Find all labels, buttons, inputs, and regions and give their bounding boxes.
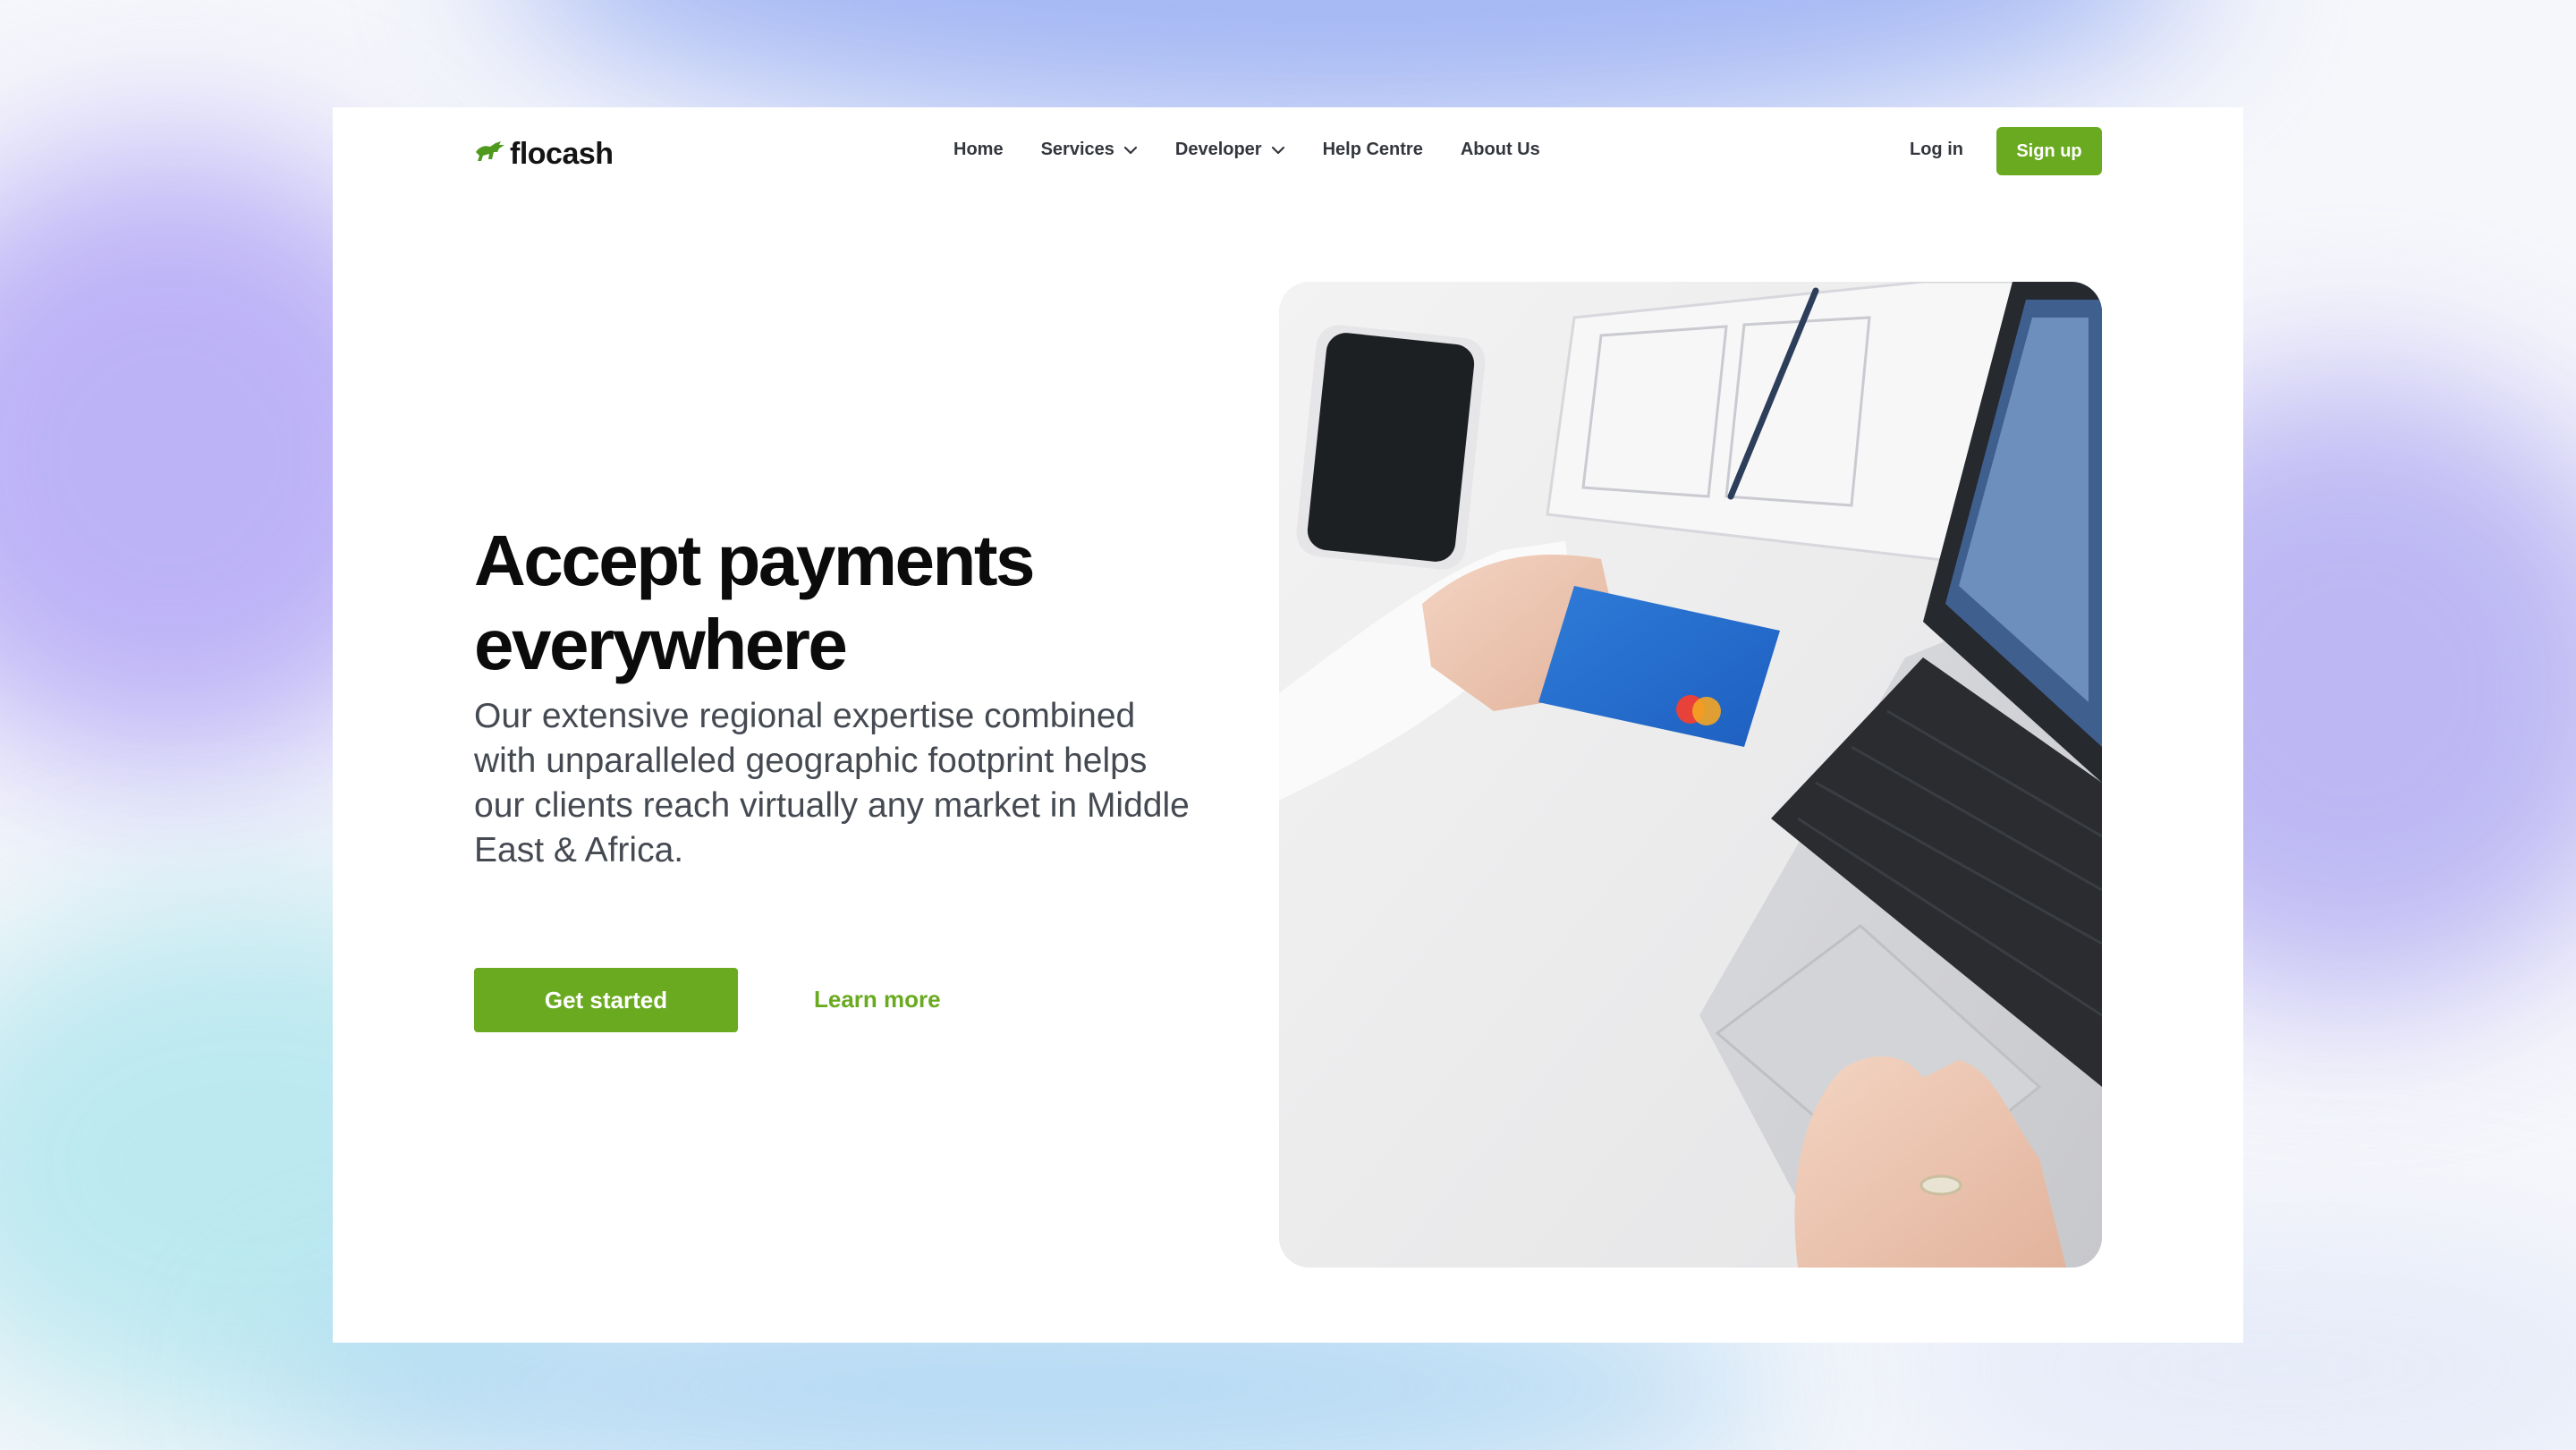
chevron-down-icon xyxy=(1123,146,1137,154)
website-frame: flocash Home Services Developer Help Cen… xyxy=(333,107,2243,1343)
hero-subtitle: Our extensive regional expertise combine… xyxy=(474,697,1190,869)
hero-image xyxy=(1279,282,2102,1268)
hero-title: Accept payments everywhere xyxy=(474,521,1035,684)
main-menu: Home Services Developer Help Centre Abou… xyxy=(953,140,1578,160)
nav-home[interactable]: Home xyxy=(953,140,1004,160)
learn-more-link[interactable]: Learn more xyxy=(814,986,941,1013)
get-started-button[interactable]: Get started xyxy=(474,968,738,1032)
brand-logo[interactable]: flocash xyxy=(474,134,614,174)
login-link[interactable]: Log in xyxy=(1910,140,1963,160)
nav-developer[interactable]: Developer xyxy=(1175,140,1285,160)
brand-name: flocash xyxy=(510,136,614,171)
top-navigation: flocash Home Services Developer Help Cen… xyxy=(333,107,2243,197)
nav-developer-label: Developer xyxy=(1174,140,1262,159)
nav-help-centre-label: Help Centre xyxy=(1322,140,1423,159)
nav-services[interactable]: Services xyxy=(1041,140,1138,160)
chevron-down-icon xyxy=(1271,146,1284,154)
nav-services-label: Services xyxy=(1040,140,1114,159)
hero-photo-illustration xyxy=(1279,282,2102,1268)
nav-about-us[interactable]: About Us xyxy=(1461,140,1540,160)
nav-home-label: Home xyxy=(953,140,1004,159)
leaping-antelope-icon xyxy=(476,141,504,161)
nav-help-centre[interactable]: Help Centre xyxy=(1323,140,1423,160)
nav-about-us-label: About Us xyxy=(1460,140,1540,159)
signup-button[interactable]: Sign up xyxy=(1996,127,2102,175)
